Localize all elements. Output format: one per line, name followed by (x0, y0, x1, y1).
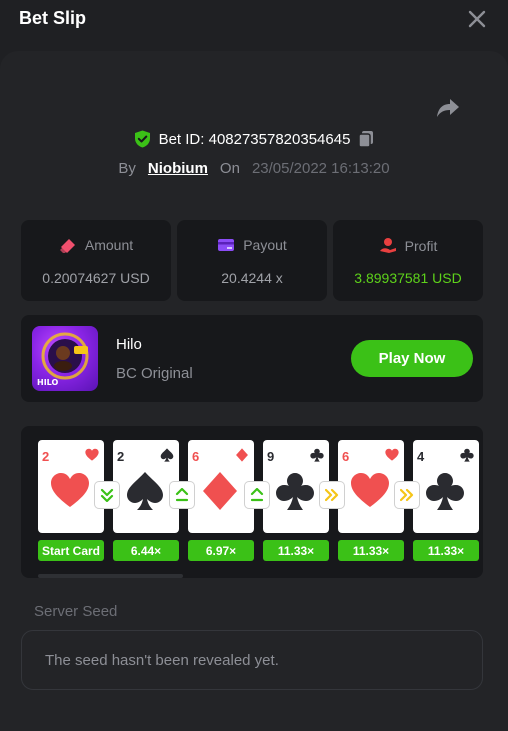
card-rank: 6 (192, 449, 200, 464)
share-icon[interactable] (436, 97, 460, 119)
card-rank: 2 (117, 449, 125, 464)
heart-suit-icon (51, 473, 89, 507)
amount-icon (59, 239, 75, 253)
card-multiplier: Start Card (38, 540, 104, 561)
bet-byline: By Niobium On 23/05/2022 16:13:20 (0, 160, 508, 177)
heart-suit-icon (85, 448, 99, 461)
close-icon[interactable] (468, 10, 486, 28)
play-now-button[interactable]: Play Now (351, 340, 473, 377)
card-rank: 9 (267, 449, 275, 464)
server-seed-text: The seed hasn't been revealed yet. (45, 652, 279, 669)
stat-profit-value: 3.89937581 USD (354, 270, 462, 286)
server-seed-label: Server Seed (34, 603, 118, 620)
game-name: Hilo (116, 336, 142, 353)
club-suit-icon (276, 473, 314, 510)
stat-amount: Amount 0.20074627 USD (21, 220, 171, 301)
copy-icon[interactable] (358, 130, 374, 148)
heart-suit-icon (351, 473, 389, 507)
by-label: By (118, 160, 136, 177)
user-link[interactable]: Niobium (148, 160, 208, 177)
bet-slip-title: Bet Slip (19, 8, 87, 28)
bet-id: Bet ID: 40827357820354645 (158, 130, 351, 148)
card-multiplier: 11.33× (338, 540, 404, 561)
skip-guess-icon (320, 482, 344, 508)
on-label: On (219, 160, 240, 177)
bet-datetime: 23/05/2022 16:13:20 (251, 160, 390, 177)
playing-card: 4 (413, 440, 479, 533)
diamond-suit-icon (236, 448, 248, 462)
stat-payout-label: Payout (243, 237, 287, 253)
club-suit-icon (310, 448, 324, 462)
higher-guess-icon (245, 482, 269, 508)
card-rank: 2 (42, 449, 50, 464)
payout-icon (218, 239, 235, 251)
game-thumbnail[interactable]: HILO (32, 326, 98, 391)
card-multiplier: 11.33× (413, 540, 479, 561)
stat-amount-label: Amount (84, 237, 134, 253)
bet-slip-header: Bet Slip (0, 0, 508, 38)
heart-suit-icon (385, 448, 399, 461)
card-multiplier: 11.33× (263, 540, 329, 561)
lower-guess-icon (95, 482, 119, 508)
skip-guess-icon (395, 482, 419, 508)
spade-suit-icon (160, 448, 174, 462)
card-history: 2 Start Card 2 6.44× 6 6.97× 9 11.33× 6 11.33× 4 11… (21, 426, 483, 578)
card-multiplier: 6.44× (113, 540, 179, 561)
shield-check-icon (134, 130, 150, 148)
diamond-suit-icon (203, 472, 237, 510)
stat-payout: Payout 20.4244 x (177, 220, 327, 301)
club-suit-icon (460, 448, 474, 462)
server-seed-field: The seed hasn't been revealed yet. (21, 630, 483, 690)
horizontal-scrollbar[interactable] (38, 574, 183, 578)
stat-profit-label: Profit (404, 237, 438, 254)
hilo-logo-icon: HILO (37, 332, 89, 387)
stat-amount-value: 0.20074627 USD (42, 270, 150, 286)
bet-stats: Amount 0.20074627 USD Payout 20.4244 x P… (21, 220, 483, 301)
card-rank: 4 (417, 449, 425, 464)
game-card: HILO Hilo BC Original Play Now (21, 315, 483, 402)
game-thumb-text: HILO (37, 378, 58, 387)
profit-icon (379, 238, 396, 253)
higher-guess-icon (170, 482, 194, 508)
stat-payout-value: 20.4244 x (221, 270, 283, 286)
game-provider: BC Original (116, 365, 193, 382)
spade-suit-icon (127, 472, 163, 510)
stat-profit: Profit 3.89937581 USD (333, 220, 483, 301)
bet-id-row: Bet ID: 40827357820354645 (0, 130, 508, 148)
card-multiplier: 6.97× (188, 540, 254, 561)
club-suit-icon (426, 473, 464, 510)
card-rank: 6 (342, 449, 350, 464)
